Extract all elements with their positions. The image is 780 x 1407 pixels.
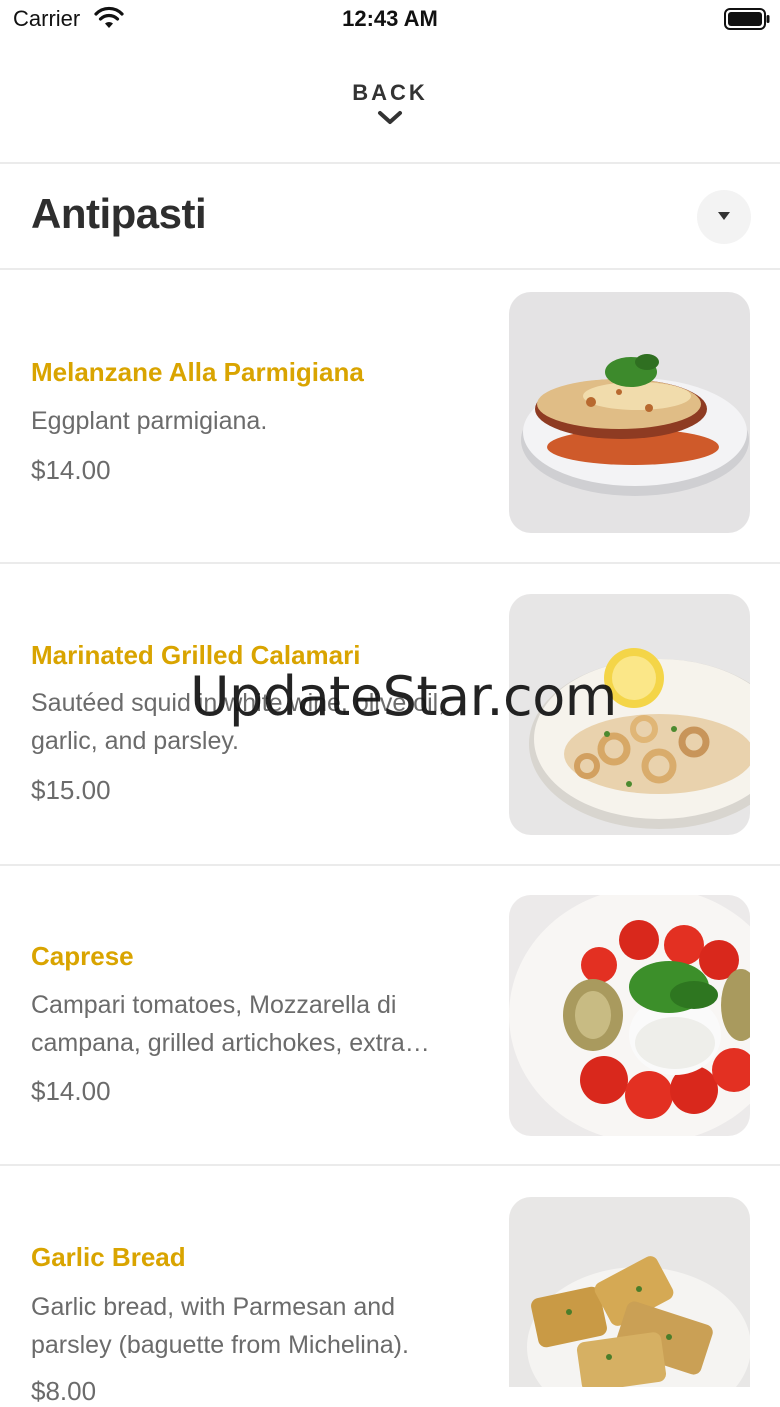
section-collapse-button[interactable] (697, 190, 751, 244)
item-name: Caprese (31, 941, 134, 971)
item-description: Garlic bread, with Parmesan and parsley … (31, 1293, 409, 1359)
garlic-bread-photo (509, 1197, 750, 1387)
menu-item[interactable]: Melanzane Alla Parmigiana Eggplant parmi… (0, 270, 780, 562)
menu-item[interactable]: Caprese Campari tomatoes, Mozzarella di … (0, 866, 780, 1164)
back-label: BACK (352, 80, 428, 105)
item-name: Melanzane Alla Parmigiana (31, 357, 364, 387)
menu-item[interactable]: Garlic Bread Garlic bread, with Parmesan… (0, 1166, 780, 1406)
item-price: $14.00 (31, 1076, 111, 1106)
caprese-photo (509, 895, 750, 1136)
battery-icon (724, 8, 770, 35)
item-name: Garlic Bread (31, 1242, 186, 1272)
header-divider (0, 162, 780, 164)
status-time: 12:43 AM (342, 6, 438, 31)
eggplant-parmigiana-photo (509, 292, 750, 533)
watermark-text: UpdateStar.com (190, 665, 617, 728)
item-price: $14.00 (31, 455, 111, 485)
back-button[interactable]: BACK (290, 70, 490, 140)
item-description: Eggplant parmigiana. (31, 407, 268, 435)
caret-down-icon (717, 208, 731, 226)
chevron-down-icon (377, 110, 403, 131)
item-price: $8.00 (31, 1376, 97, 1406)
item-description: Campari tomatoes, Mozzarella di campana,… (31, 991, 405, 1057)
section-title: Antipasti (31, 190, 207, 237)
item-price: $15.00 (31, 775, 111, 805)
status-bar: Carrier 12:43 AM (0, 0, 780, 40)
